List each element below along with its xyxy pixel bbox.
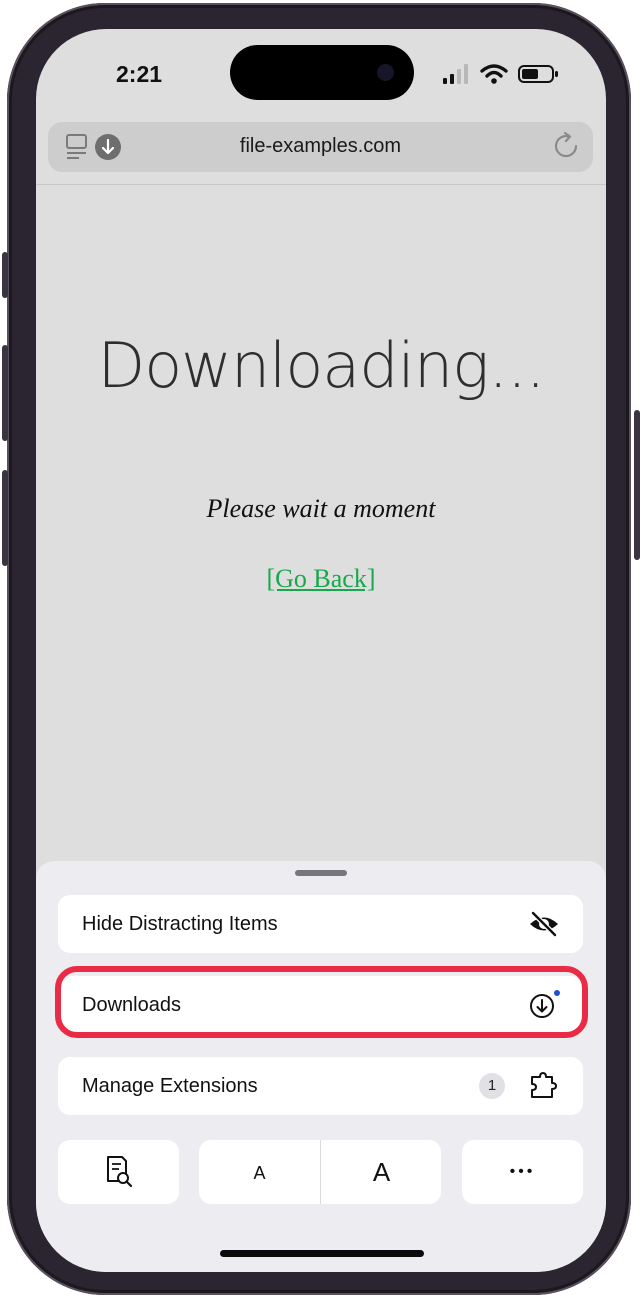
font-size-control: A A — [199, 1140, 441, 1204]
toolbar-divider — [36, 184, 606, 185]
status-icons — [442, 64, 562, 84]
menu-item-label: Downloads — [82, 994, 181, 1016]
increase-font-button[interactable]: A — [321, 1140, 441, 1204]
camera-dot — [377, 64, 394, 81]
power-button — [634, 410, 640, 560]
eye-slash-icon — [530, 910, 558, 938]
sheet-grabber[interactable] — [295, 870, 347, 876]
page-subtitle: Please wait a moment — [206, 494, 436, 523]
action-button — [2, 252, 8, 298]
url-text[interactable]: file-examples.com — [48, 135, 593, 158]
extension-count-badge: 1 — [479, 1073, 505, 1099]
status-time: 2:21 — [116, 61, 163, 87]
manage-extensions-button[interactable]: Manage Extensions 1 — [58, 1057, 583, 1115]
menu-item-label: Manage Extensions — [82, 1075, 258, 1097]
address-bar[interactable]: file-examples.com — [48, 122, 593, 172]
volume-down-button — [2, 470, 8, 566]
volume-up-button — [2, 345, 8, 441]
go-back-link[interactable]: [Go Back] — [36, 564, 606, 594]
screen: 2:21 file-examples.com Downloading... Pl… — [36, 29, 606, 1272]
battery-icon — [518, 65, 558, 83]
page-heading: Downloading... — [97, 329, 545, 402]
menu-item-label: Hide Distracting Items — [82, 913, 278, 935]
download-circle-icon — [530, 990, 560, 1018]
dynamic-island — [230, 45, 414, 100]
page-menu-sheet: Hide Distracting Items Downloads Manage … — [36, 861, 606, 1272]
find-on-page-icon — [107, 1156, 133, 1188]
home-indicator[interactable] — [220, 1250, 424, 1257]
find-on-page-button[interactable] — [58, 1140, 179, 1204]
wifi-icon — [480, 64, 508, 84]
more-options-button[interactable]: ••• — [462, 1140, 583, 1204]
cellular-signal-icon — [443, 64, 468, 84]
notification-dot — [554, 990, 560, 996]
hide-distracting-items-button[interactable]: Hide Distracting Items — [58, 895, 583, 953]
downloads-button[interactable]: Downloads — [58, 976, 583, 1034]
reload-icon[interactable] — [553, 131, 581, 161]
decrease-font-button[interactable]: A — [199, 1140, 320, 1204]
puzzle-piece-icon — [531, 1072, 557, 1098]
